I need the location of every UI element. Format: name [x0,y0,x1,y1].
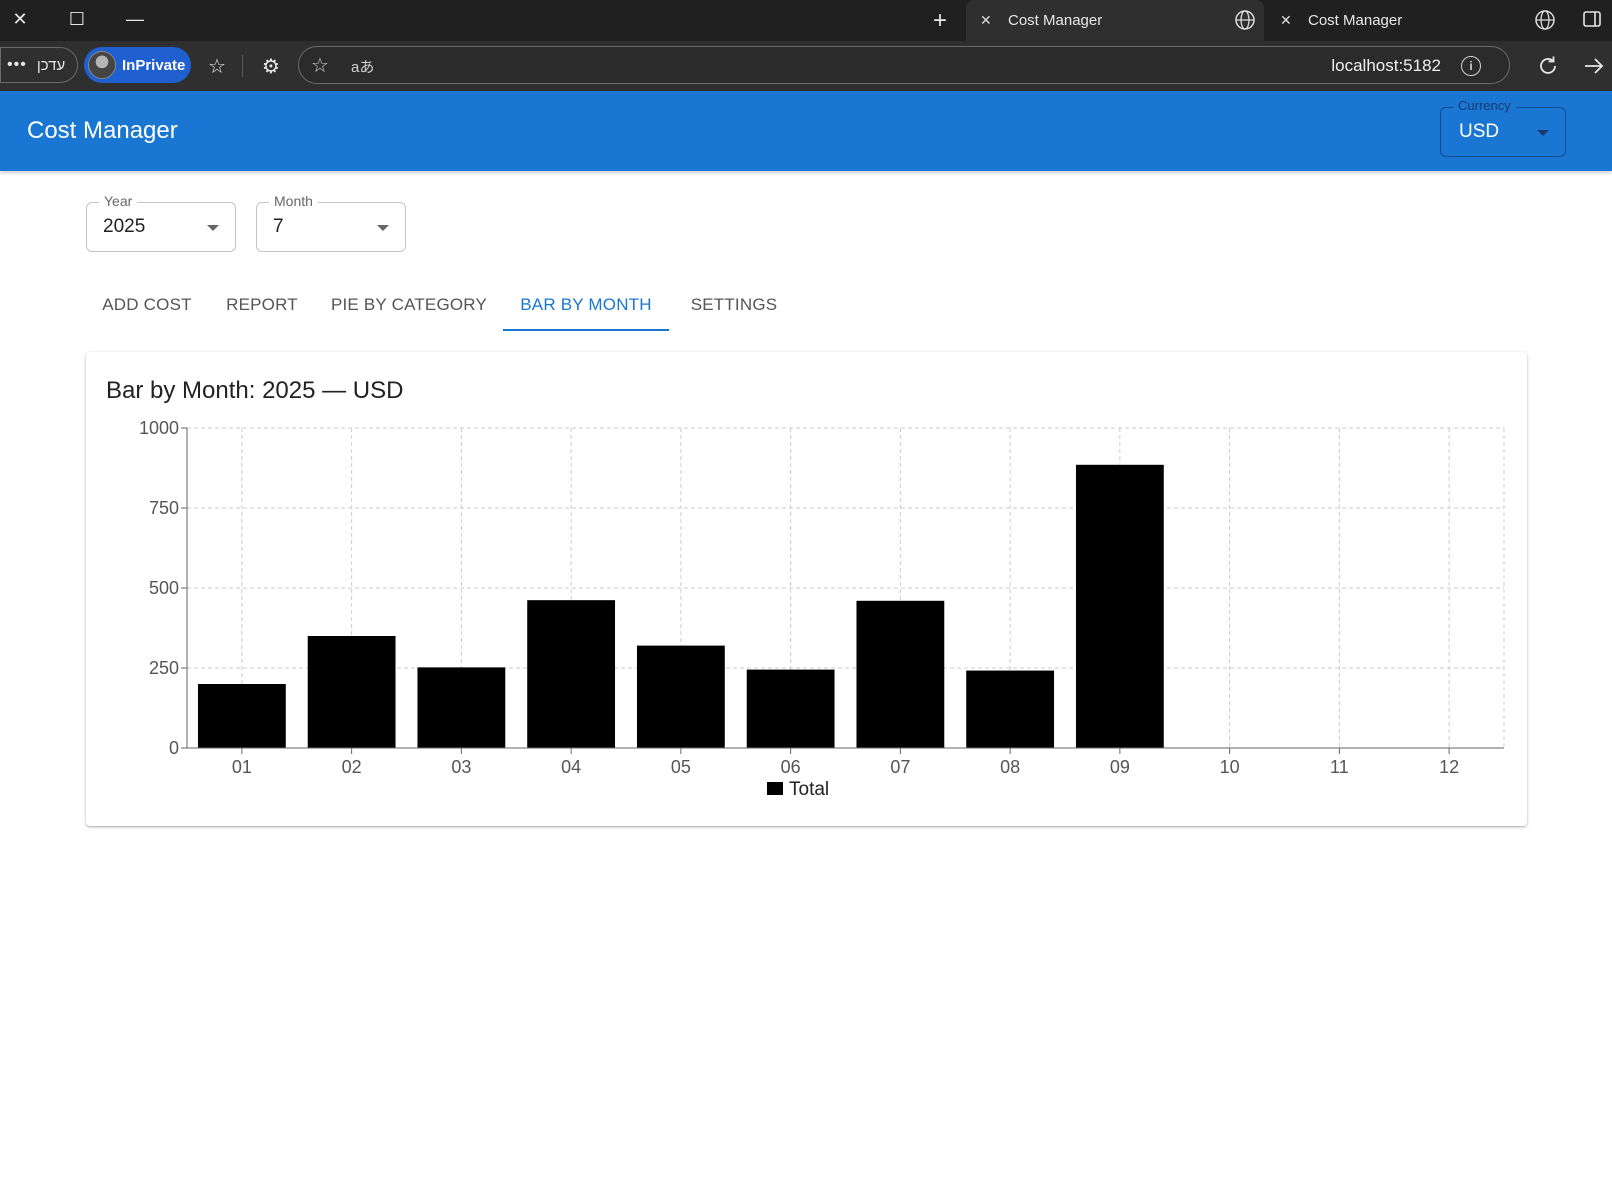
favorites-icon[interactable]: ☆ [202,51,232,81]
year-label: Year [99,193,138,209]
refresh-icon[interactable] [1536,54,1560,78]
y-tick-label: 500 [149,578,179,598]
currency-value: USD [1459,121,1500,142]
x-tick-label: 01 [232,757,252,777]
bar-07 [856,600,945,748]
tab-settings[interactable]: SETTINGS [671,278,797,332]
inprivate-button[interactable]: InPrivate [84,47,191,83]
bar-03 [417,667,506,748]
bar-01 [197,684,286,748]
toolbar-divider [242,55,243,77]
browser-tab-title: Cost Manager [1308,12,1403,29]
extensions-icon[interactable]: ⚙ [256,51,286,81]
inprivate-label: InPrivate [122,56,186,74]
month-select[interactable]: Month 7 [256,193,406,252]
star-icon[interactable]: ☆ [311,53,329,78]
currency-label: Currency [1453,98,1516,113]
minimize-window-icon[interactable]: — [115,0,155,38]
forward-icon[interactable] [1582,54,1606,78]
legend-label: Total [789,779,829,800]
x-tick-label: 06 [781,757,801,777]
currency-select[interactable]: Currency USD [1440,98,1566,157]
browser-tab-2[interactable]: ✕ Cost Manager [1266,0,1564,41]
bar-chart: 0 250 500 750 1000 01 02 03 04 05 06 07 08 09 10 11 12 To… [139,418,1505,800]
browser-tab-1[interactable]: ✕ Cost Manager [966,0,1264,41]
close-tab-icon[interactable]: ✕ [1280,12,1298,29]
close-tab-icon[interactable]: ✕ [980,12,998,29]
browser-tab-title: Cost Manager [1008,12,1103,29]
x-tick-label: 04 [561,757,581,777]
x-tick-label: 09 [1110,757,1130,777]
bar-02 [307,636,396,748]
month-label: Month [269,193,318,209]
x-tick-label: 12 [1439,757,1459,777]
bar-05 [636,645,725,748]
active-tab-indicator [503,329,669,331]
y-tick-label: 1000 [139,418,179,438]
translate-icon[interactable]: aあ [351,56,374,77]
dropdown-arrow-icon [207,225,219,231]
dropdown-arrow-icon [1537,130,1549,136]
browser-titlebar: ✕ ☐ — + ✕ Cost Manager ✕ Cost Manager [0,0,1612,41]
tab-pie-by-category[interactable]: PIE BY CATEGORY [317,278,501,332]
avatar [88,51,116,79]
x-tick-label: 08 [1000,757,1020,777]
maximize-window-icon[interactable]: ☐ [57,0,97,38]
bar-04 [527,600,616,748]
app-title: Cost Manager [27,117,178,144]
close-window-icon[interactable]: ✕ [0,0,40,38]
legend-swatch [767,782,783,795]
bar-09 [1075,464,1164,748]
tab-report[interactable]: REPORT [212,278,312,332]
dropdown-arrow-icon [377,225,389,231]
y-tick-label: 750 [149,498,179,518]
browser-toolbar: ••• עדכן InPrivate ☆ ⚙ ☆ aあ localhost:51… [0,41,1612,91]
bar-06 [746,669,835,748]
month-value: 7 [273,216,284,237]
globe-icon [1535,10,1555,30]
address-url[interactable]: localhost:5182 [1331,56,1441,76]
tab-actions-icon[interactable] [1582,9,1602,29]
update-label: עדכן [36,56,66,74]
globe-icon [1235,10,1255,30]
tab-add-cost[interactable]: ADD COST [85,278,209,332]
y-tick-label: 0 [169,738,179,758]
x-tick-label: 10 [1220,757,1240,777]
new-tab-icon[interactable]: + [922,6,958,36]
year-value: 2025 [103,216,146,237]
info-icon[interactable]: i [1461,56,1481,76]
more-menu-button[interactable]: ••• עדכן [0,47,78,83]
x-tick-label: 05 [671,757,691,777]
x-tick-label: 07 [890,757,910,777]
x-tick-label: 11 [1330,757,1349,777]
x-tick-label: 03 [451,757,471,777]
y-tick-label: 250 [149,658,179,678]
chart-card: Bar by Month: 2025 — USD 0 250 500 750 1000 0… [86,352,1527,826]
bar-08 [966,670,1055,748]
tab-bar-by-month[interactable]: BAR BY MONTH [503,278,669,332]
more-dots-icon: ••• [7,56,27,73]
app-header: Cost Manager Currency USD [0,91,1612,171]
address-bar[interactable]: ☆ aあ localhost:5182 i [298,46,1510,84]
x-tick-label: 02 [342,757,362,777]
year-select[interactable]: Year 2025 [86,193,236,252]
